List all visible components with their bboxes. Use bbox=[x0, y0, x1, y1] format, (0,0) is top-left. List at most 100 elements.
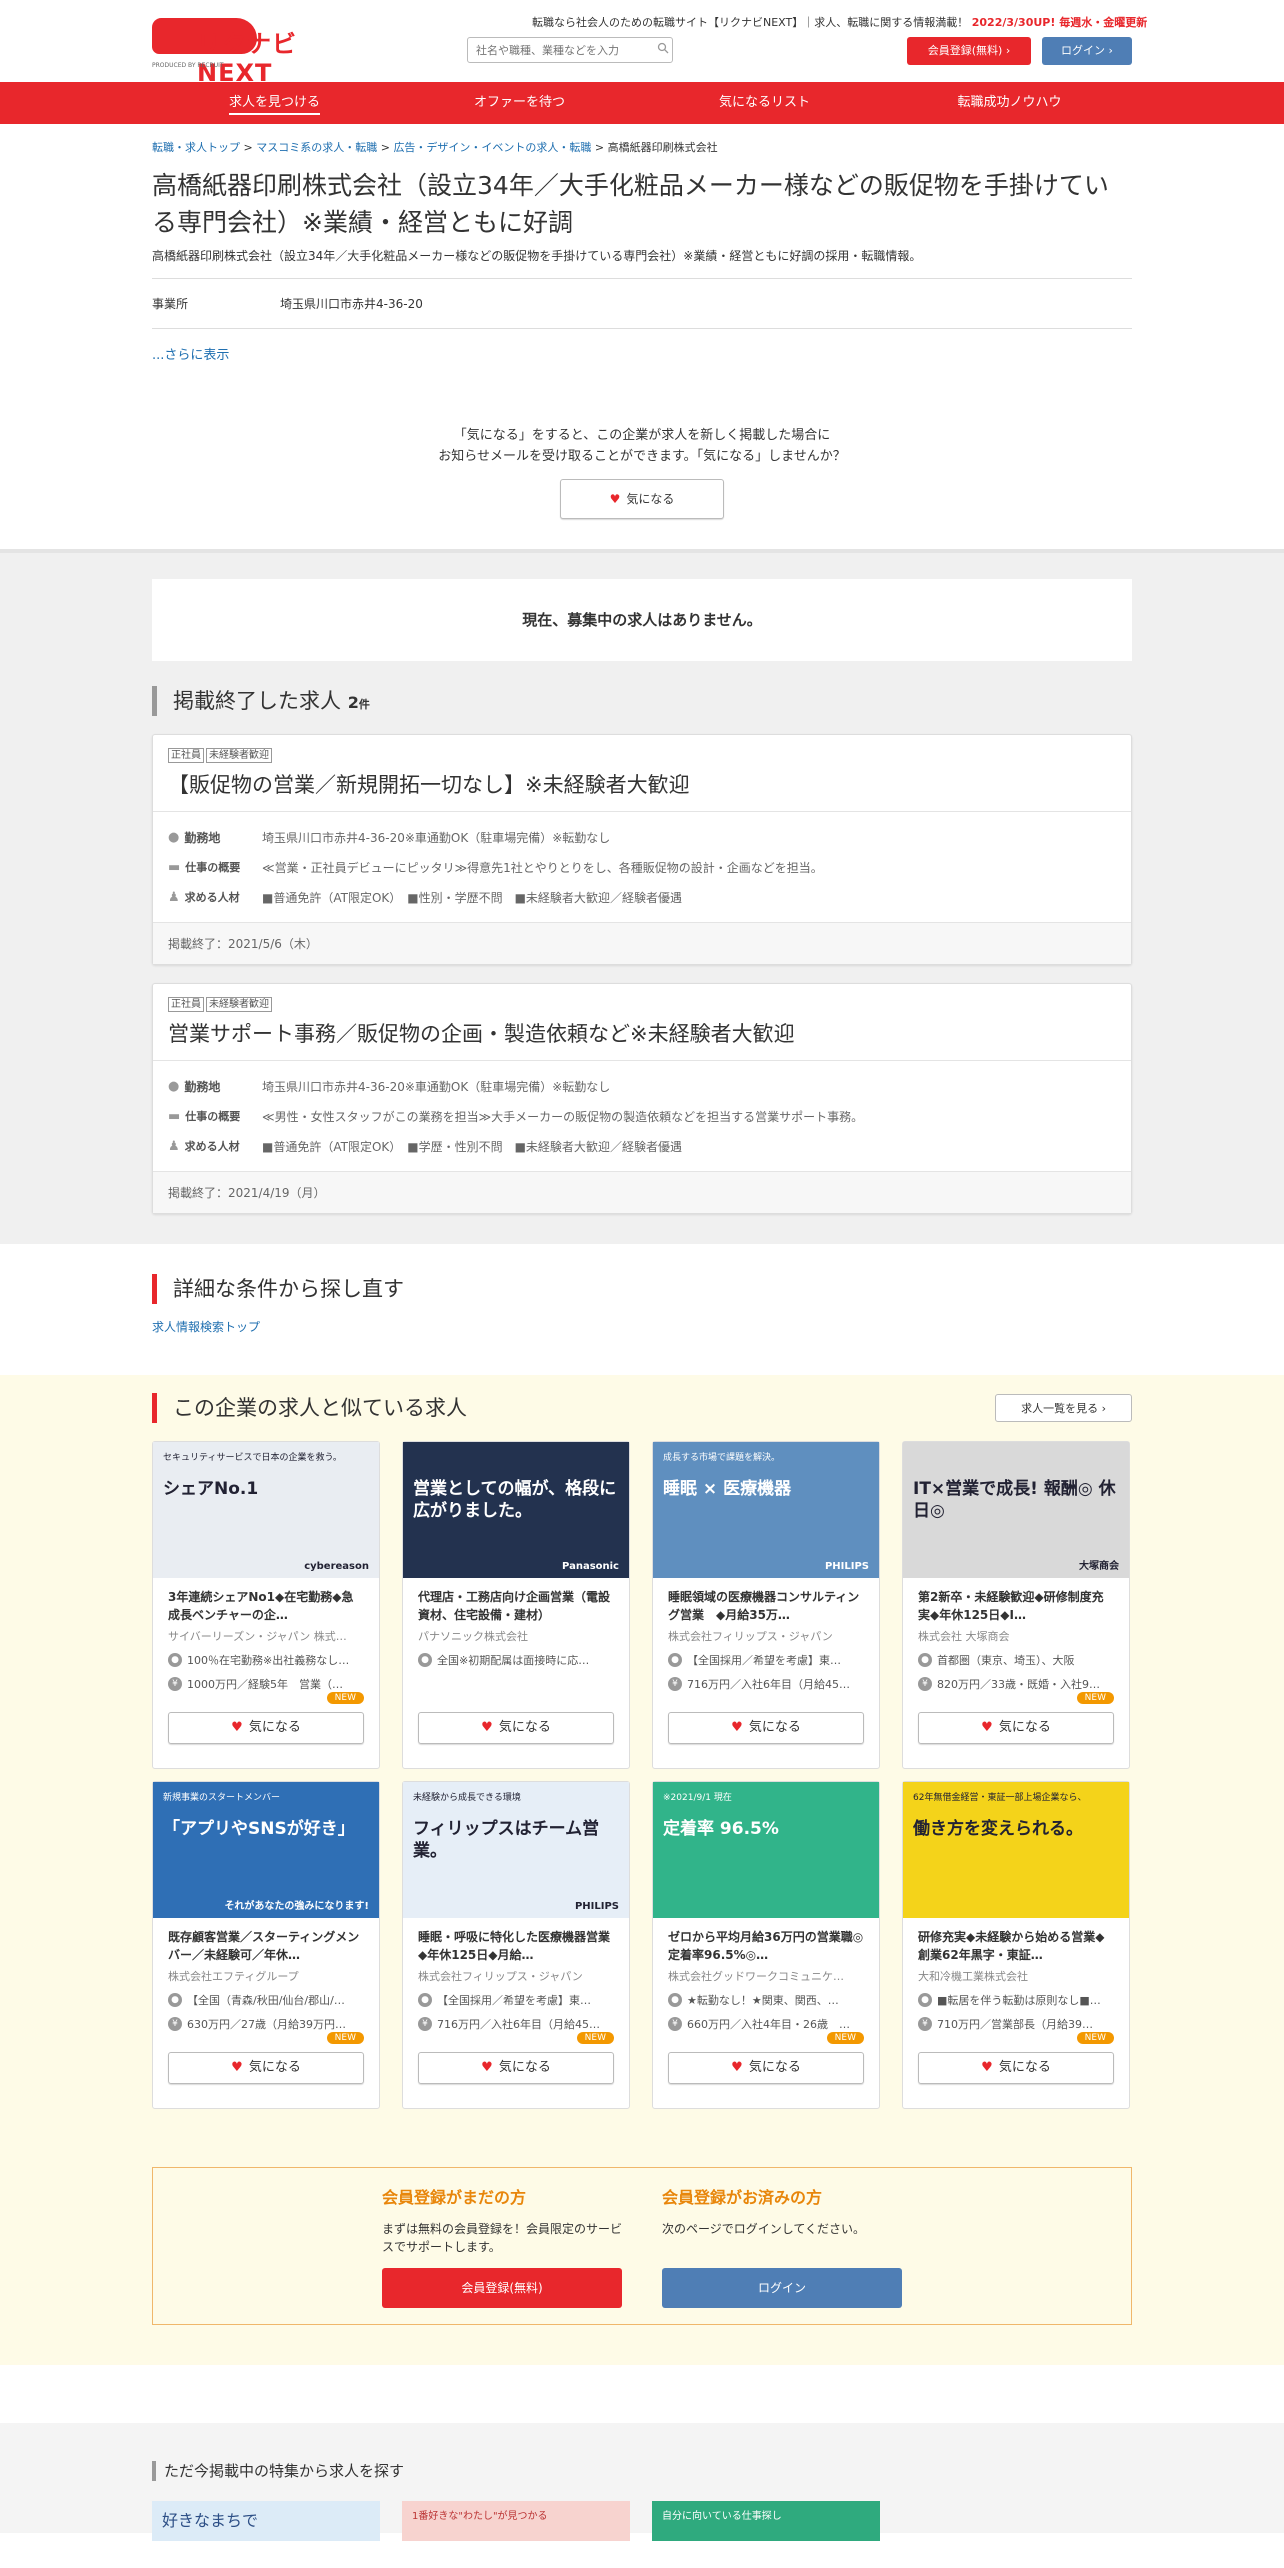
similar-job-card[interactable]: 成長する市場で課題を解決。 睡眠 × 医療機器 PHILIPS 睡眠領域の医療機… bbox=[652, 1441, 880, 1769]
similar-job-location: ● ★転勤なし！★関東、関西、… bbox=[668, 1992, 864, 2008]
similar-job-card[interactable]: 未経験から成長できる環境 フィリップスはチーム営業。 PHILIPS 睡眠・呼吸… bbox=[402, 1781, 630, 2109]
research-section: 詳細な条件から探し直す 求人情報検索トップ bbox=[152, 1244, 1132, 1375]
location-pin-icon: ● bbox=[418, 1993, 432, 2007]
tagline-text: 転職なら社会人のための転職サイト【リクナビNEXT】｜求人、転職に関する情報満載… bbox=[532, 16, 969, 29]
job-title[interactable]: 営業サポート事務／販促物の企画・製造依頼など※未経験者大歓迎 bbox=[168, 1018, 1116, 1048]
similar-job-card[interactable]: IT×営業で成長! 報酬◎ 休日◎ 大塚商会 第2新卒・未経験歓迎◆研修制度充実… bbox=[902, 1441, 1130, 1769]
search-input[interactable] bbox=[467, 37, 673, 63]
similar-job-salary: ¥1000万円／経験5年 営業（… bbox=[168, 1676, 364, 1692]
job-requirements: ■普通免許（AT限定OK） ■性別・学歴不問 ■未経験者大歓迎／経験者優遇 bbox=[262, 890, 682, 905]
research-heading: 詳細な条件から探し直す bbox=[152, 1274, 1132, 1304]
new-badge: NEW bbox=[826, 2032, 864, 2044]
job-image[interactable]: 成長する市場で課題を解決。 睡眠 × 医療機器 PHILIPS bbox=[653, 1442, 879, 1578]
yen-icon: ¥ bbox=[918, 1677, 932, 1691]
job-image[interactable]: 62年無借金経営・東証一部上場企業なら、 働き方を変えられる。 bbox=[903, 1782, 1129, 1918]
favorite-button[interactable]: ♥ 気になる bbox=[560, 479, 724, 519]
similar-job-card[interactable]: セキュリティサービスで日本の企業を救う。 シェアNo.1 cybereason … bbox=[152, 1441, 380, 1769]
favorite-button[interactable]: ♥ 気になる bbox=[418, 2052, 614, 2084]
similar-job-title[interactable]: 代理店・工務店向け企画営業（電設資材、住宅設備・建材） bbox=[418, 1588, 614, 1624]
job-image[interactable]: セキュリティサービスで日本の企業を救う。 シェアNo.1 cybereason bbox=[153, 1442, 379, 1578]
similar-job-card[interactable]: ※2021/9/1 現在 定着率 96.5% ゼロから平均月給36万円の営業職◎… bbox=[652, 1781, 880, 2109]
job-location: 埼玉県川口市赤井4-36-20※車通勤OK（駐車場完備）※転勤なし bbox=[262, 830, 611, 845]
job-description: ≪男性・女性スタッフがこの業務を担当≫大手メーカーの販促物の製造依頼などを担当す… bbox=[262, 1109, 864, 1124]
breadcrumb-link[interactable]: マスコミ系の求人・転職 bbox=[256, 141, 377, 154]
similar-job-company: 株式会社エフティグループ bbox=[168, 1970, 299, 1983]
breadcrumb-link[interactable]: 広告・デザイン・イベントの求人・転職 bbox=[393, 141, 591, 154]
logo-text: リクナビNEXT bbox=[197, 30, 297, 87]
job-image[interactable]: IT×営業で成長! 報酬◎ 休日◎ 大塚商会 bbox=[903, 1442, 1129, 1578]
no-jobs-notice: 現在、募集中の求人はありません。 bbox=[152, 579, 1132, 661]
similar-job-title[interactable]: ゼロから平均月給36万円の営業職◎定着率96.5%◎… bbox=[668, 1928, 864, 1964]
register-button[interactable]: 会員登録(無料) › bbox=[907, 37, 1031, 65]
similar-job-salary: ¥716万円／入社6年目（月給45… bbox=[668, 1676, 864, 1692]
new-badge: NEW bbox=[576, 2032, 614, 2044]
ended-jobs-heading: 掲載終了した求人 2件 bbox=[152, 686, 1132, 716]
chevron-right-icon: › bbox=[1101, 1402, 1106, 1415]
job-card[interactable]: 正社員 未経験者歓迎 【販促物の営業／新規開拓一切なし】※未経験者大歓迎 ● 勤務地… bbox=[152, 734, 1132, 965]
job-end-date: 掲載終了：2021/5/6（木） bbox=[153, 922, 1131, 964]
search-top-link[interactable]: 求人情報検索トップ bbox=[152, 1318, 1132, 1335]
job-list-button[interactable]: 求人一覧を見る › bbox=[995, 1394, 1132, 1422]
location-pin-icon: ● bbox=[168, 1078, 180, 1094]
office-label: 事業所 bbox=[152, 297, 189, 311]
nav-favorite-list[interactable]: 気になるリスト bbox=[642, 82, 887, 124]
job-image-headline: 睡眠 × 医療機器 bbox=[663, 1479, 792, 1499]
similar-job-title[interactable]: 睡眠領域の医療機器コンサルティング営業 ◆月給35万… bbox=[668, 1588, 864, 1624]
location-pin-icon: ● bbox=[668, 1653, 682, 1667]
member-login-button[interactable]: ログイン bbox=[662, 2268, 902, 2308]
similar-job-card[interactable]: 新規事業のスタートメンバー 「アプリやSNSが好き」 それがあなたの強みになりま… bbox=[152, 1781, 380, 2109]
similar-job-card[interactable]: 62年無借金経営・東証一部上場企業なら、 働き方を変えられる。 研修充実◆未経験… bbox=[902, 1781, 1130, 2109]
nav-wait-offers[interactable]: オファーを待つ bbox=[397, 82, 642, 124]
similar-job-title[interactable]: 3年連続シェアNo1◆在宅勤務◆急成長ベンチャーの企… bbox=[168, 1588, 364, 1624]
job-image-brand: PHILIPS bbox=[824, 1561, 869, 1572]
favorite-button[interactable]: ♥ 気になる bbox=[418, 1712, 614, 1744]
favorite-button[interactable]: ♥ 気になる bbox=[918, 1712, 1114, 1744]
login-button[interactable]: ログイン › bbox=[1042, 37, 1132, 65]
heart-icon: ♥ bbox=[981, 1720, 993, 1735]
similar-job-title[interactable]: 睡眠・呼吸に特化した医療機器営業◆年休125日◆月給… bbox=[418, 1928, 614, 1964]
similar-job-salary: ¥660万円／入社4年目・26歳 … bbox=[668, 2016, 864, 2032]
similar-job-title[interactable]: 研修充実◆未経験から始める営業◆創業62年黒字・東証… bbox=[918, 1928, 1114, 1964]
location-pin-icon: ● bbox=[668, 1993, 682, 2007]
person-icon: ♟ bbox=[168, 1138, 180, 1154]
login-button-label: ログイン bbox=[1061, 44, 1106, 57]
favorite-button[interactable]: ♥ 気になる bbox=[918, 2052, 1114, 2084]
similar-job-location: ● 100％在宅勤務※出社義務なし… bbox=[168, 1652, 364, 1668]
similar-job-salary: ¥710万円／営業部長（月給39… bbox=[918, 2016, 1114, 2032]
register-member-text: 次のページでログインしてください。 bbox=[662, 2222, 866, 2236]
show-more-link[interactable]: ...さらに表示 bbox=[152, 344, 1132, 363]
job-image[interactable]: ※2021/9/1 現在 定着率 96.5% bbox=[653, 1782, 879, 1918]
job-image-headline: フィリップスはチーム営業。 bbox=[413, 1819, 600, 1861]
job-card[interactable]: 正社員 未経験者歓迎 営業サポート事務／販促物の企画・製造依頼など※未経験者大歓迎… bbox=[152, 983, 1132, 1214]
heart-icon: ♥ bbox=[609, 492, 621, 506]
job-image-headline: 働き方を変えられる。 bbox=[913, 1819, 1083, 1839]
similar-job-salary: ¥716万円／入社6年目（月給45… bbox=[418, 2016, 614, 2032]
register-new-text: まずは無料の会員登録を！会員限定のサービスでサポートします。 bbox=[382, 2222, 623, 2254]
nav-knowhow[interactable]: 転職成功ノウハウ bbox=[887, 82, 1132, 124]
register-free-button[interactable]: 会員登録(無料) bbox=[382, 2268, 622, 2308]
similar-job-salary: ¥630万円／27歳（月給39万円… bbox=[168, 2016, 364, 2032]
favorite-button[interactable]: ♥ 気になる bbox=[168, 2052, 364, 2084]
similar-job-title[interactable]: 既存顧客営業／スターティングメンバー／未経験可／年休… bbox=[168, 1928, 364, 1964]
job-image-sub: ※2021/9/1 現在 bbox=[663, 1793, 732, 1803]
favorite-button[interactable]: ♥ 気になる bbox=[668, 2052, 864, 2084]
jobs-section: 現在、募集中の求人はありません。 掲載終了した求人 2件 正社員 未経験者歓迎 【… bbox=[0, 549, 1284, 1244]
search-icon[interactable] bbox=[657, 42, 669, 54]
job-image[interactable]: 営業としての幅が、格段に広がりました。 Panasonic bbox=[403, 1442, 629, 1578]
favorite-button[interactable]: ♥ 気になる bbox=[668, 1712, 864, 1744]
breadcrumb-link[interactable]: 転職・求人トップ bbox=[152, 141, 240, 154]
job-image[interactable]: 未経験から成長できる環境 フィリップスはチーム営業。 PHILIPS bbox=[403, 1782, 629, 1918]
job-image[interactable]: 新規事業のスタートメンバー 「アプリやSNSが好き」 それがあなたの強みになりま… bbox=[153, 1782, 379, 1918]
feature-banner[interactable]: 自分に向いている仕事探し bbox=[652, 2501, 880, 2541]
feature-banner[interactable]: 1番好きな"わたし"が見つかる bbox=[402, 2501, 630, 2541]
favorite-button[interactable]: ♥ 気になる bbox=[168, 1712, 364, 1744]
job-title[interactable]: 【販促物の営業／新規開拓一切なし】※未経験者大歓迎 bbox=[168, 769, 1116, 799]
similar-job-title[interactable]: 第2新卒・未経験歓迎◆研修制度充実◆年休125日◆I… bbox=[918, 1588, 1114, 1624]
nav-find-jobs[interactable]: 求人を見つける bbox=[152, 82, 397, 124]
feature-banner[interactable]: 好きなまちで bbox=[152, 2501, 380, 2541]
site-logo[interactable]: リクナビNEXT PRODUCED BY RECRUIT bbox=[152, 18, 352, 87]
site-header: リクナビNEXT PRODUCED BY RECRUIT 転職なら社会人のための… bbox=[152, 0, 1147, 87]
heart-icon: ♥ bbox=[731, 2060, 743, 2075]
heart-icon: ♥ bbox=[231, 1720, 243, 1735]
similar-job-card[interactable]: 営業としての幅が、格段に広がりました。 Panasonic 代理店・工務店向け企… bbox=[402, 1441, 630, 1769]
